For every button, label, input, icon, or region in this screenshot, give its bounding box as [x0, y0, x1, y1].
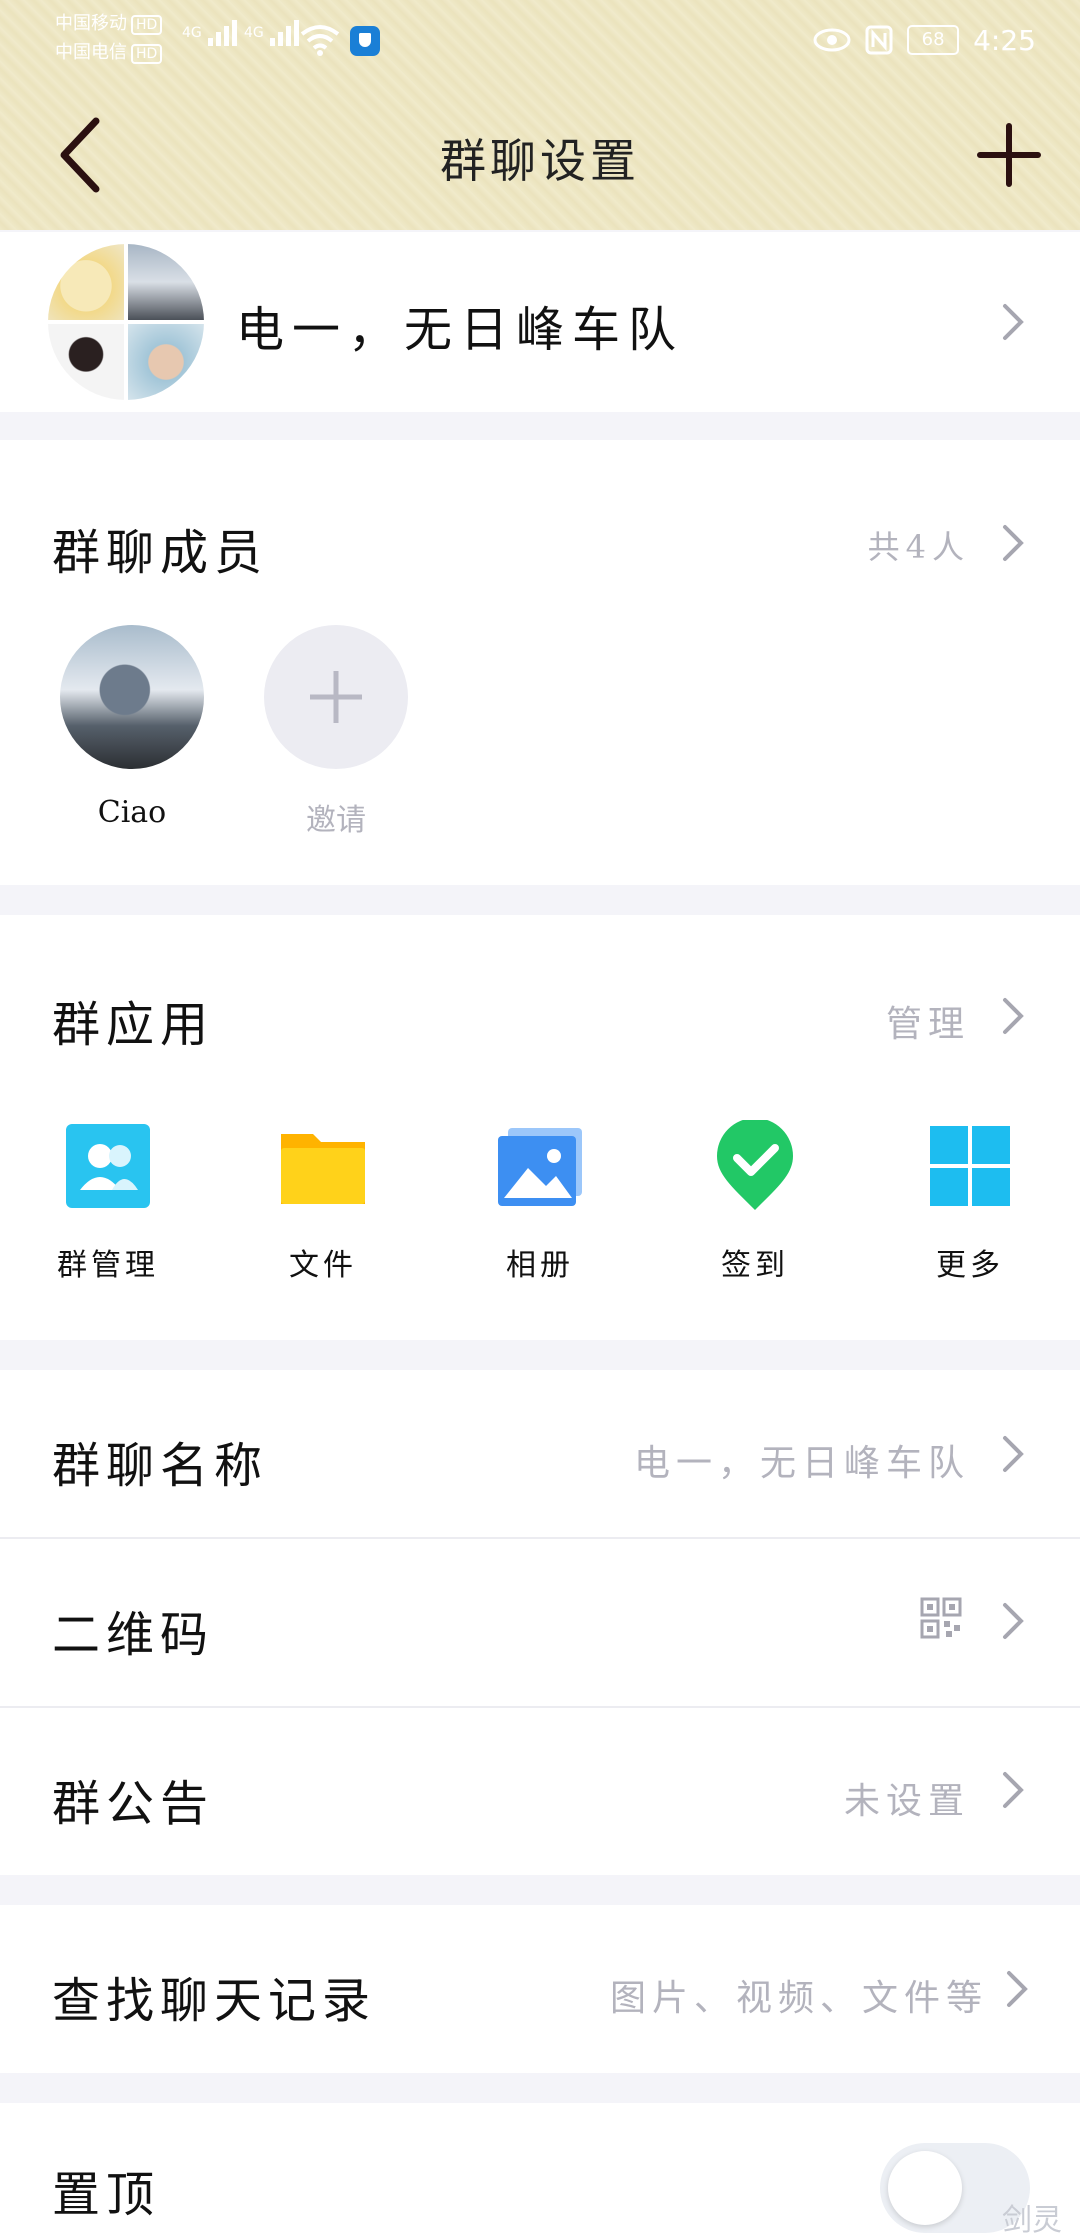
chevron-right-icon: [1003, 1603, 1024, 1639]
chevron-right-icon: [1003, 304, 1024, 340]
signal-icon: 4G: [244, 18, 302, 48]
network-type: 4G: [182, 25, 202, 41]
time: 4:25: [973, 23, 1036, 57]
chevron-right-icon: [1003, 1436, 1024, 1472]
chevron-right-icon: [1003, 1772, 1024, 1808]
group-name-row[interactable]: 群聊名称 电一，无日峰车队: [0, 1370, 1080, 1537]
group-profile-row[interactable]: 电一，无日峰车队: [0, 232, 1080, 412]
app-check-in[interactable]: 签到: [665, 1118, 845, 1284]
folder-icon: [277, 1120, 369, 1212]
group-apps-section: 群应用 管理 群管理 文件 相册 签到 更多: [0, 915, 1080, 1340]
group-name: 电一，无日峰车队: [236, 302, 685, 358]
signal-icon: 4G: [182, 18, 240, 48]
header: 中国移动 HD 中国电信 HD 4G 4G 68 4:25 群聊设置: [0, 0, 1080, 230]
avatar: [48, 244, 124, 320]
group-manage-icon: [62, 1120, 154, 1212]
app-label: 文件: [289, 1248, 357, 1283]
members-title: 群聊成员: [52, 525, 269, 581]
members-section: 群聊成员 共4人 Ciao 邀请: [0, 440, 1080, 885]
hd-badge: HD: [131, 44, 163, 64]
chevron-right-icon[interactable]: [1000, 523, 1026, 563]
avatar: [128, 324, 204, 400]
nav-bar: 群聊设置: [0, 80, 1080, 230]
qr-code-icon: [920, 1597, 962, 1639]
toggle-knob: [888, 2151, 962, 2225]
network-type: 4G: [244, 25, 264, 41]
app-files[interactable]: 文件: [233, 1120, 413, 1284]
chevron-right-icon: [1007, 1971, 1028, 2007]
app-label: 群管理: [57, 1248, 159, 1283]
hd-badge: HD: [131, 15, 163, 35]
announcement-value: 未设置: [843, 1781, 970, 1822]
carrier-info: 中国移动 HD 中国电信 HD: [55, 10, 163, 68]
invite-label: 邀请: [306, 803, 366, 838]
eye-icon: [813, 28, 851, 52]
avatar: [48, 324, 124, 400]
announcement-label: 群公告: [52, 1776, 215, 1832]
check-in-icon: [709, 1118, 801, 1212]
announcement-row[interactable]: 群公告 未设置: [0, 1708, 1080, 1875]
photo-album-icon: [494, 1120, 586, 1212]
nfc-icon: [865, 25, 893, 55]
search-history-row[interactable]: 查找聊天记录 图片、视频、文件等: [0, 1905, 1080, 2073]
search-history-label: 查找聊天记录: [52, 1973, 377, 2029]
group-name-label: 群聊名称: [52, 1438, 269, 1494]
app-label: 相册: [506, 1248, 574, 1283]
settings-list: 群聊名称 电一，无日峰车队 二维码 群公告 未设置: [0, 1370, 1080, 1875]
carrier-1: 中国移动: [55, 13, 127, 34]
group-name-value: 电一，无日峰车队: [633, 1443, 970, 1484]
add-button[interactable]: [972, 118, 1046, 192]
apps-manage[interactable]: 管理: [886, 995, 970, 1047]
invite-button[interactable]: [264, 625, 408, 769]
group-avatar: [48, 244, 204, 400]
app-album[interactable]: 相册: [450, 1120, 630, 1284]
apps-title: 群应用: [52, 997, 215, 1053]
app-group-manage[interactable]: 群管理: [18, 1120, 198, 1284]
shield-icon: [350, 26, 380, 56]
qr-label: 二维码: [52, 1607, 215, 1663]
search-history-hint: 图片、视频、文件等: [609, 1978, 988, 2019]
watermark: 剑灵: [1002, 2203, 1062, 2238]
carrier-2: 中国电信: [55, 42, 127, 63]
members-count[interactable]: 共4人: [868, 522, 970, 568]
page-title: 群聊设置: [440, 134, 640, 188]
qr-code-row[interactable]: 二维码: [0, 1539, 1080, 1706]
status-right: 68 4:25: [813, 20, 1036, 60]
wifi-icon: [300, 25, 340, 56]
pin-label: 置顶: [52, 2167, 161, 2223]
app-more[interactable]: 更多: [880, 1120, 1060, 1284]
more-grid-icon: [924, 1120, 1016, 1212]
member-avatar[interactable]: [60, 625, 204, 769]
plus-icon: [310, 671, 362, 723]
member-name: Ciao: [97, 795, 167, 830]
battery-indicator: 68: [907, 25, 960, 55]
pin-row: 置顶 剑灵: [0, 2103, 1080, 2240]
chevron-right-icon[interactable]: [1000, 996, 1026, 1036]
app-label: 更多: [936, 1248, 1004, 1283]
app-label: 签到: [721, 1248, 789, 1283]
status-bar: 中国移动 HD 中国电信 HD 4G 4G 68 4:25: [0, 0, 1080, 80]
avatar: [128, 244, 204, 320]
